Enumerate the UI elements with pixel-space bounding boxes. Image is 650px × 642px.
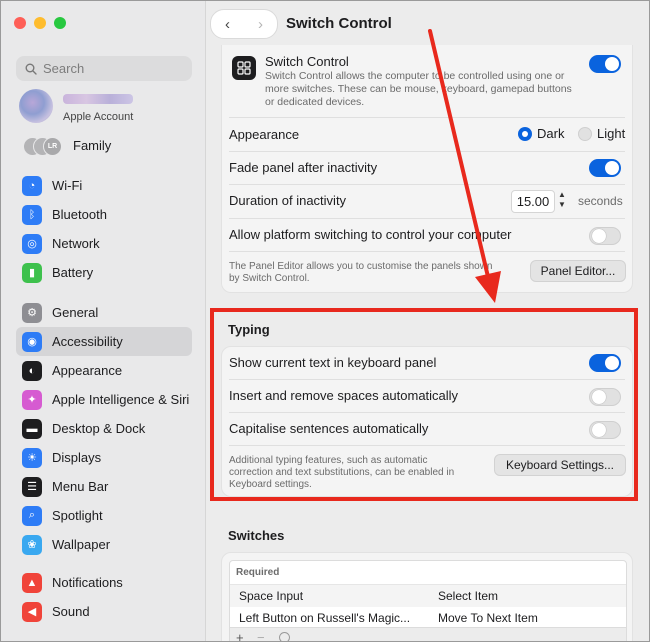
arrow-annotation [428, 29, 501, 303]
app-window: Apple Account LR Family ◔Wi-FiᛒBluetooth… [0, 0, 650, 642]
